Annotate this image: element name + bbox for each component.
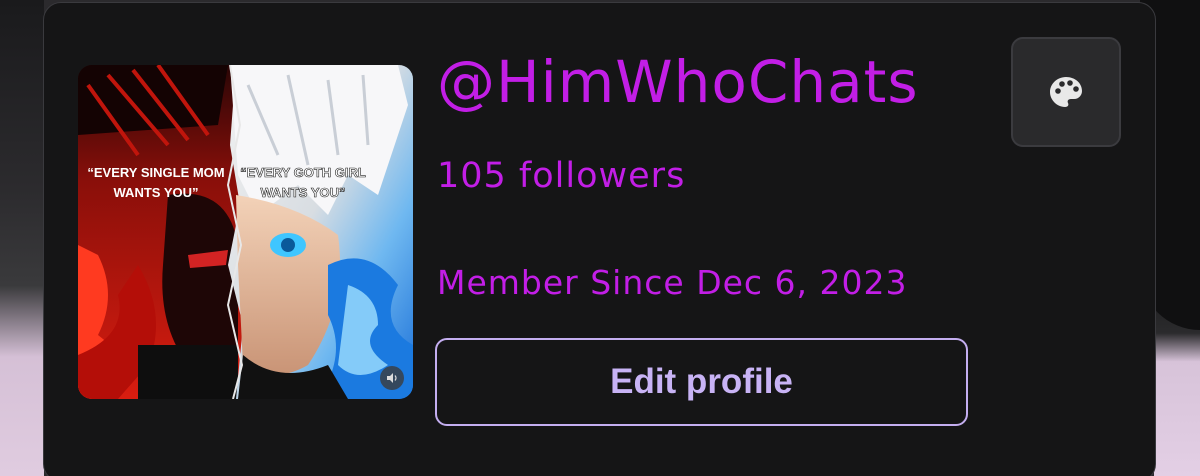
avatar[interactable]: “EVERY SINGLE MOM WANTS YOU” “EVERY GOTH… [78, 65, 413, 399]
caption-right-line-2: WANTS YOU” [261, 185, 346, 200]
speaker-icon[interactable] [380, 366, 404, 390]
theme-button[interactable] [1011, 37, 1121, 147]
followers-count[interactable]: 105 followers [437, 156, 685, 196]
background-left [0, 0, 44, 476]
edit-profile-button[interactable]: Edit profile [435, 338, 968, 426]
caption-left-line-2: WANTS YOU” [114, 185, 199, 200]
palette-icon [1050, 77, 1082, 107]
member-since: Member Since Dec 6, 2023 [437, 263, 908, 302]
username: @HimWhoChats [437, 48, 919, 116]
caption-left-line-1: “EVERY SINGLE MOM [87, 165, 224, 180]
caption-right-line-1: “EVERY GOTH GIRL [240, 165, 366, 180]
